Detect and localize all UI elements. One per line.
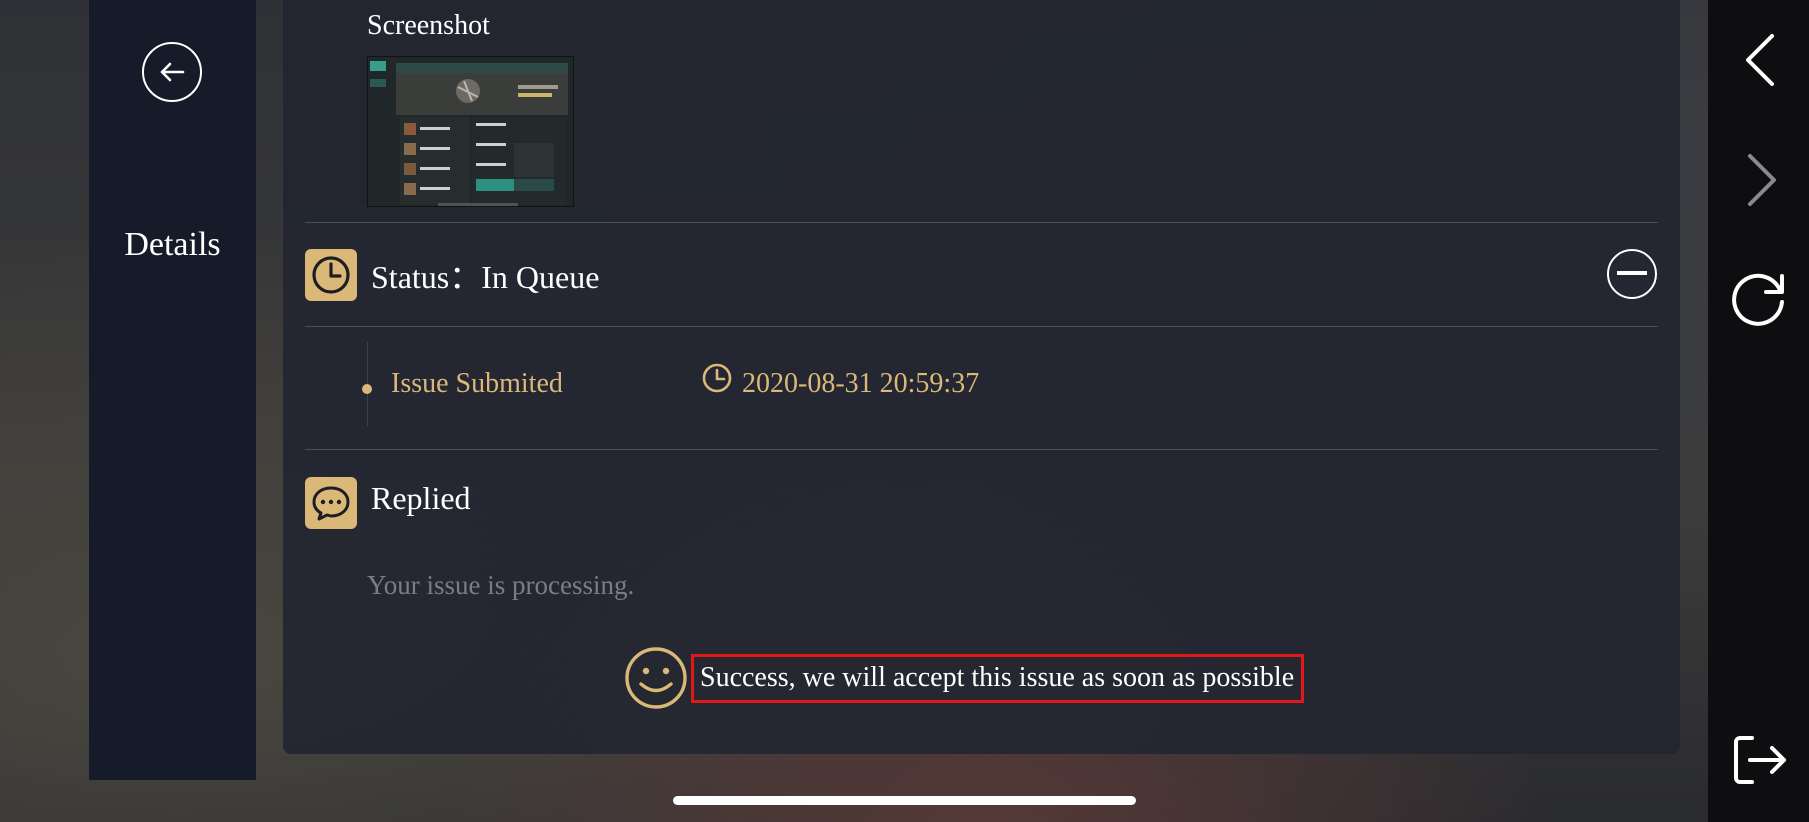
divider <box>305 326 1658 327</box>
refresh-icon <box>1732 273 1784 326</box>
browser-forward-button[interactable] <box>1730 150 1790 210</box>
screenshot-thumbnail[interactable] <box>367 56 574 207</box>
replied-title: Replied <box>371 480 471 516</box>
status-text: Status：In Queue <box>371 259 600 295</box>
clock-icon <box>702 363 732 393</box>
clock-icon <box>312 256 350 294</box>
browser-back-button[interactable] <box>1730 30 1790 90</box>
arrow-left-circle-icon <box>160 62 185 82</box>
back-button[interactable] <box>142 42 202 102</box>
exit-button[interactable] <box>1730 730 1790 790</box>
page-title: Details <box>124 226 221 263</box>
chevron-right-icon <box>1748 154 1776 206</box>
timeline-dot <box>362 384 372 394</box>
reply-message: Your issue is processing. <box>367 570 635 600</box>
app-screen: Details Screenshot Status：In Queue Issue… <box>0 0 1809 822</box>
screenshot-thumbnail-image <box>368 57 573 206</box>
divider <box>305 449 1658 450</box>
timeline-event-label: Issue Submited <box>391 368 563 399</box>
left-panel: Details <box>89 0 256 780</box>
smiley-icon <box>625 647 687 709</box>
status-icon-box <box>305 249 357 301</box>
details-card: Screenshot Status：In Queue Issue Submite… <box>283 0 1680 754</box>
timeline-event-time: 2020-08-31 20:59:37 <box>742 368 980 399</box>
chat-bubble-icon <box>312 486 350 521</box>
divider <box>305 222 1658 223</box>
chevron-left-icon <box>1746 34 1774 86</box>
minus-circle-icon <box>1617 271 1647 275</box>
exit-icon <box>1734 736 1786 784</box>
collapse-status-button[interactable] <box>1607 249 1657 299</box>
home-indicator[interactable] <box>673 796 1136 805</box>
screenshot-label: Screenshot <box>367 10 490 41</box>
browser-rail <box>1708 0 1809 822</box>
refresh-button[interactable] <box>1730 268 1790 328</box>
success-message: Success, we will accept this issue as so… <box>691 654 1305 703</box>
reply-icon-box <box>305 477 357 529</box>
